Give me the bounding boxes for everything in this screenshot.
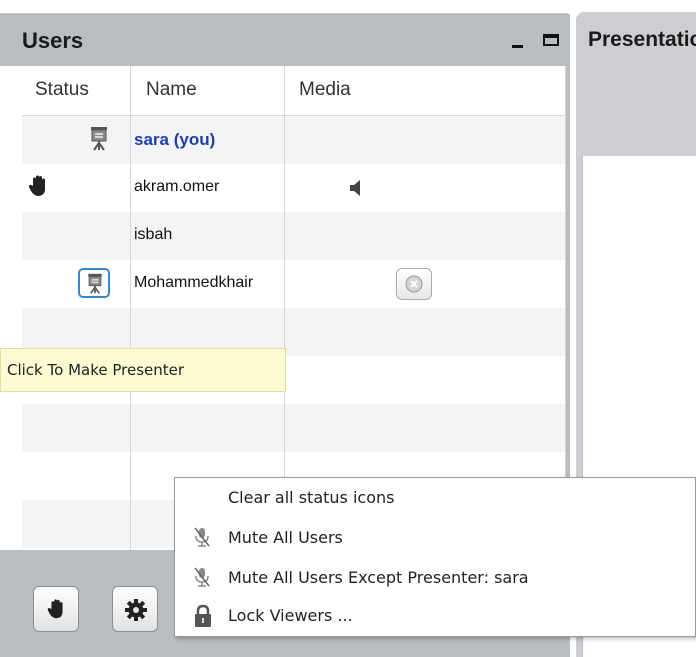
users-panel-header: Users	[0, 14, 570, 66]
settings-button[interactable]	[112, 586, 158, 632]
minimize-icon	[512, 45, 523, 48]
menu-item-lock-viewers[interactable]: Lock Viewers ...	[175, 596, 695, 634]
users-panel-title: Users	[22, 28, 84, 53]
column-header-name[interactable]: Name	[146, 79, 197, 101]
column-divider	[130, 66, 131, 550]
microphone-muted-icon	[193, 566, 211, 592]
maximize-icon	[543, 34, 559, 46]
user-name: akram.omer	[134, 178, 220, 195]
lock-icon	[193, 604, 213, 632]
gear-icon	[125, 599, 147, 621]
menu-item-mute-all-except-presenter[interactable]: Mute All Users Except Presenter: sara	[175, 558, 695, 596]
raised-hand-icon	[26, 174, 52, 200]
user-row[interactable]: isbah	[22, 212, 566, 260]
presentation-panel-title: Presentation	[588, 28, 696, 51]
column-header-status[interactable]: Status	[35, 79, 89, 101]
close-circle-icon	[405, 275, 423, 293]
menu-item-label: Lock Viewers ...	[228, 606, 353, 625]
menu-item-label: Clear all status icons	[228, 488, 395, 507]
speaker-icon[interactable]	[348, 178, 364, 203]
user-row[interactable]: Mohammedkhair	[22, 260, 566, 308]
user-name: Mohammedkhair	[134, 274, 254, 291]
menu-item-mute-all[interactable]: Mute All Users	[175, 518, 695, 556]
user-name: isbah	[134, 226, 173, 243]
settings-context-menu: Clear all status icons Mute All Users Mu…	[174, 477, 696, 637]
menu-item-label: Mute All Users Except Presenter: sara	[228, 568, 529, 587]
microphone-muted-icon	[193, 526, 211, 552]
column-header-media[interactable]: Media	[299, 79, 351, 101]
top-strip	[0, 0, 568, 14]
menu-item-clear-status[interactable]: Clear all status icons	[175, 478, 695, 516]
kick-user-button[interactable]	[396, 268, 432, 300]
make-presenter-tooltip: Click To Make Presenter	[0, 348, 286, 392]
raised-hand-icon	[47, 599, 63, 619]
presenter-icon	[88, 273, 102, 294]
maximize-button[interactable]	[541, 28, 561, 50]
user-name: sara (you)	[134, 130, 216, 149]
menu-item-label: Mute All Users	[228, 528, 343, 547]
raise-hand-button[interactable]	[33, 586, 79, 632]
footer-left-strip	[0, 550, 22, 657]
minimize-button[interactable]	[508, 28, 528, 50]
presenter-icon	[86, 126, 112, 152]
user-row[interactable]: akram.omer	[22, 164, 566, 212]
make-presenter-button[interactable]	[78, 268, 110, 298]
user-row[interactable]: sara (you)	[22, 116, 566, 164]
users-grid-header: Status Name Media	[22, 66, 566, 116]
empty-row	[22, 404, 566, 452]
